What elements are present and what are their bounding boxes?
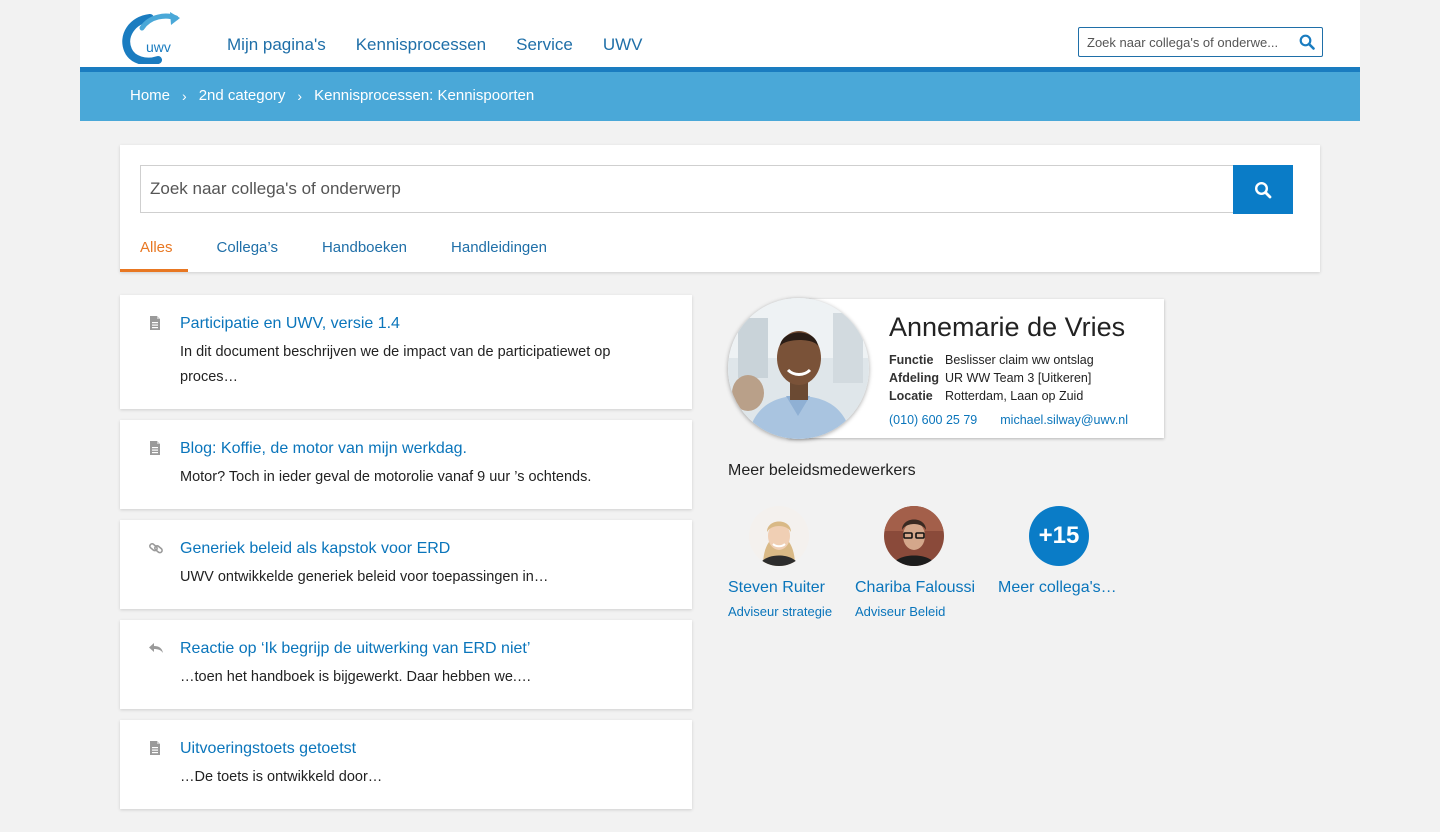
profile-label: Functie (889, 353, 934, 367)
link-icon (148, 540, 164, 556)
result-title[interactable]: Reactie op ‘Ik begrijp de uitwerking van… (180, 640, 530, 658)
search-tabs: Alles Collega’s Handboeken Handleidingen (120, 225, 571, 272)
profile-contact: (010) 600 25 79 michael.silway@uwv.nl (889, 413, 1151, 427)
document-icon (148, 440, 164, 456)
tab-alles[interactable]: Alles (120, 225, 187, 272)
breadcrumb-bar: Home › 2nd category › Kennisprocessen: K… (80, 67, 1360, 121)
colleague-name[interactable]: Steven Ruiter (728, 579, 825, 597)
breadcrumb-separator: › (182, 87, 187, 104)
result-item[interactable]: Blog: Koffie, de motor van mijn werkdag.… (120, 420, 692, 509)
more-count-badge[interactable]: +15 (1029, 506, 1089, 566)
header-search (1078, 27, 1323, 57)
breadcrumb-separator: › (297, 87, 303, 104)
site-header: uwv Mijn pagina's Kennisprocessen Servic… (80, 0, 1360, 67)
colleague-role: Adviseur Beleid (855, 604, 946, 619)
reply-icon (148, 640, 164, 656)
more-colleagues-link[interactable]: Meer collega's… (998, 579, 1117, 597)
result-snippet: Motor? Toch in ieder geval de motorolie … (180, 469, 592, 485)
profile-value: Beslisser claim ww ontslag (945, 353, 1094, 367)
search-button[interactable] (1233, 165, 1293, 214)
colleague-role: Adviseur strategie (728, 604, 833, 619)
profile-value: UR WW Team 3 [Uitkeren] (945, 371, 1092, 385)
result-title[interactable]: Blog: Koffie, de motor van mijn werkdag. (180, 440, 467, 458)
document-icon (148, 315, 164, 331)
profile-email[interactable]: michael.silway@uwv.nl (1000, 413, 1128, 427)
result-item[interactable]: Participatie en UWV, versie 1.4 In dit d… (120, 295, 692, 409)
main-navigation: Mijn pagina's Kennisprocessen Service UW… (227, 35, 672, 55)
avatar[interactable] (884, 506, 944, 566)
result-item[interactable]: Reactie op ‘Ik begrijp de uitwerking van… (120, 620, 692, 709)
breadcrumb-current: Kennisprocessen: Kennispoorten (314, 87, 535, 104)
tab-handleidingen[interactable]: Handleidingen (451, 225, 547, 272)
result-snippet: UWV ontwikkelde generiek beleid voor toe… (180, 569, 549, 585)
tab-handboeken[interactable]: Handboeken (322, 225, 407, 272)
breadcrumb: Home › 2nd category › Kennisprocessen: K… (130, 87, 534, 104)
nav-uwv[interactable]: UWV (603, 35, 643, 55)
main-search-field (140, 165, 1293, 213)
result-item[interactable]: Generiek beleid als kapstok voor ERD UWV… (120, 520, 692, 609)
colleague-name[interactable]: Chariba Faloussi (855, 579, 975, 597)
search-icon[interactable] (1299, 34, 1315, 50)
result-title[interactable]: Participatie en UWV, versie 1.4 (180, 315, 400, 333)
header-search-input[interactable] (1079, 28, 1287, 56)
svg-text:uwv: uwv (146, 39, 171, 55)
colleague-card[interactable]: Steven Ruiter Adviseur strategie (728, 506, 832, 619)
profile-value: Rotterdam, Laan op Zuid (945, 389, 1084, 403)
profile-phone[interactable]: (010) 600 25 79 (889, 413, 977, 427)
result-title[interactable]: Uitvoeringstoets getoetst (180, 740, 356, 758)
breadcrumb-category[interactable]: 2nd category (199, 87, 286, 104)
uwv-logo[interactable]: uwv (120, 8, 184, 66)
colleagues-heading: Meer beleidsmedewerkers (728, 462, 916, 479)
result-snippet: …De toets is ontwikkeld door… (180, 769, 383, 785)
profile-details: Functie Beslisser claim ww ontslag Afdeli… (889, 351, 1094, 405)
search-icon (1254, 181, 1272, 198)
document-icon (148, 740, 164, 756)
result-title[interactable]: Generiek beleid als kapstok voor ERD (180, 540, 450, 558)
breadcrumb-home[interactable]: Home (130, 87, 170, 104)
more-colleagues[interactable]: +15 Meer collega's… (998, 506, 1117, 596)
nav-mijn-paginas[interactable]: Mijn pagina's (227, 35, 326, 55)
profile-label: Afdeling (889, 371, 939, 385)
profile-label: Locatie (889, 389, 933, 403)
avatar[interactable] (749, 506, 809, 566)
colleague-card[interactable]: Chariba Faloussi Adviseur Beleid (855, 506, 975, 619)
result-snippet: In dit document beschrijven we de impact… (180, 344, 611, 385)
profile-name: Annemarie de Vries (889, 312, 1126, 342)
profile-photo (728, 298, 869, 439)
result-item[interactable]: Uitvoeringstoets getoetst …De toets is o… (120, 720, 692, 809)
tab-collegas[interactable]: Collega’s (217, 225, 278, 272)
search-panel: Alles Collega’s Handboeken Handleidingen (120, 145, 1320, 272)
result-snippet: …toen het handboek is bijgewerkt. Daar h… (180, 669, 532, 685)
nav-kennisprocessen[interactable]: Kennisprocessen (356, 35, 486, 55)
main-search-input[interactable] (141, 166, 1221, 212)
nav-service[interactable]: Service (516, 35, 573, 55)
